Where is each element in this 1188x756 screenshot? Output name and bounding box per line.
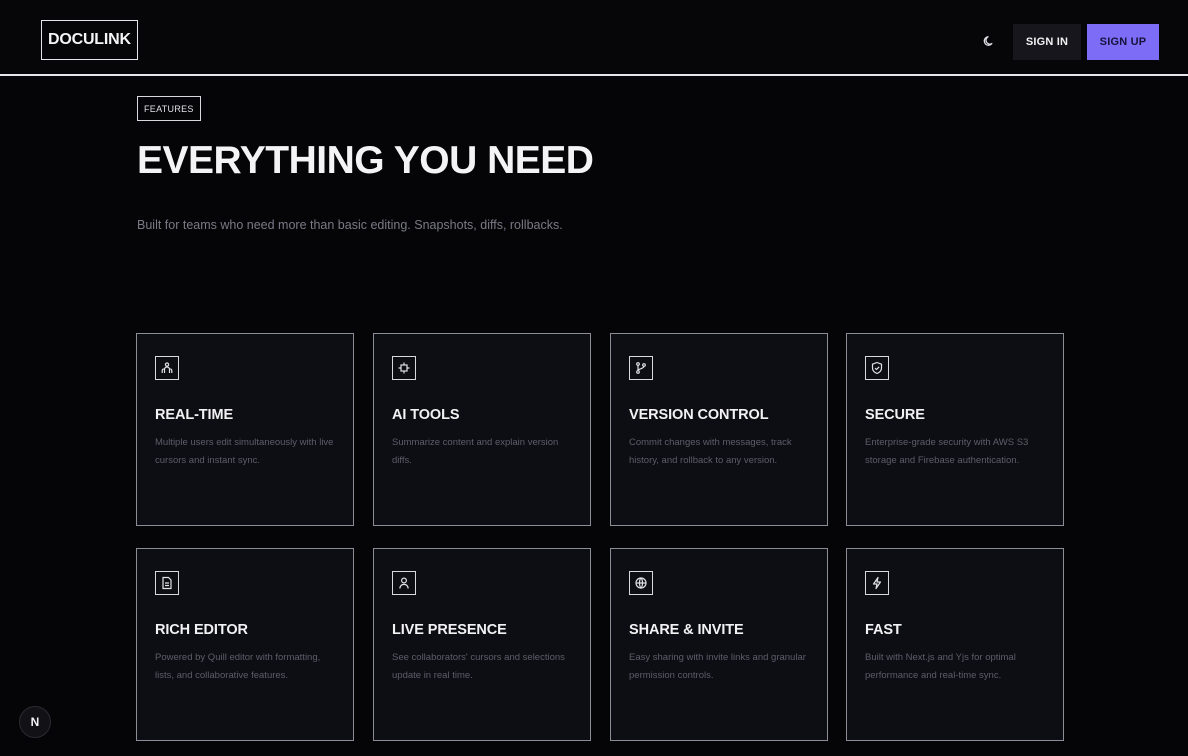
theme-toggle-button[interactable] — [980, 32, 998, 50]
feature-title: AI TOOLS — [392, 407, 460, 423]
feature-card-real-time: REAL-TIME Multiple users edit simultaneo… — [136, 333, 354, 526]
sign-in-button[interactable]: SIGN IN — [1013, 24, 1081, 60]
feature-description: See collaborators' cursors and selection… — [392, 652, 565, 682]
git-branch-icon — [629, 356, 653, 380]
page-title: EVERYTHING YOU NEED — [137, 139, 594, 182]
globe-icon — [629, 571, 653, 595]
lightning-icon — [865, 571, 889, 595]
feature-title: REAL-TIME — [155, 407, 234, 423]
feature-card-live-presence: LIVE PRESENCE See collaborators' cursors… — [373, 548, 591, 741]
feature-title: SHARE & INVITE — [629, 622, 744, 638]
feature-title: RICH EDITOR — [155, 622, 248, 638]
moon-icon — [983, 36, 993, 46]
feature-card-version-control: VERSION CONTROL Commit changes with mess… — [610, 333, 828, 526]
header-divider — [0, 74, 1188, 76]
users-icon — [155, 356, 179, 380]
feature-card-ai-tools: AI TOOLS Summarize content and explain v… — [373, 333, 591, 526]
feature-title: FAST — [865, 622, 902, 638]
doculink-logo[interactable]: DOCULINK — [41, 20, 138, 60]
feature-description: Easy sharing with invite links and granu… — [629, 652, 806, 682]
nextjs-dev-indicator-button[interactable]: N — [19, 706, 51, 738]
features-badge: FEATURES — [137, 96, 201, 121]
feature-title: LIVE PRESENCE — [392, 622, 507, 638]
ai-sparkle-icon — [392, 356, 416, 380]
feature-title: SECURE — [865, 407, 925, 423]
feature-description: Powered by Quill editor with formatting,… — [155, 652, 321, 682]
feature-description: Enterprise-grade security with AWS S3 st… — [865, 437, 1029, 467]
feature-description: Commit changes with messages, track hist… — [629, 437, 792, 467]
feature-card-share-invite: SHARE & INVITE Easy sharing with invite … — [610, 548, 828, 741]
feature-card-secure: SECURE Enterprise-grade security with AW… — [846, 333, 1064, 526]
sign-up-button[interactable]: SIGN UP — [1087, 24, 1159, 60]
feature-description: Multiple users edit simultaneously with … — [155, 437, 334, 467]
feature-title: VERSION CONTROL — [629, 407, 769, 423]
user-icon — [392, 571, 416, 595]
page-subtitle: Built for teams who need more than basic… — [137, 218, 563, 232]
feature-description: Summarize content and explain version di… — [392, 437, 559, 467]
feature-card-fast: FAST Built with Next.js and Yjs for opti… — [846, 548, 1064, 741]
feature-card-rich-editor: RICH EDITOR Powered by Quill editor with… — [136, 548, 354, 741]
shield-check-icon — [865, 356, 889, 380]
document-icon — [155, 571, 179, 595]
top-navigation-bar: DOCULINK SIGN IN SIGN UP — [0, 0, 1188, 76]
feature-description: Built with Next.js and Yjs for optimal p… — [865, 652, 1016, 682]
